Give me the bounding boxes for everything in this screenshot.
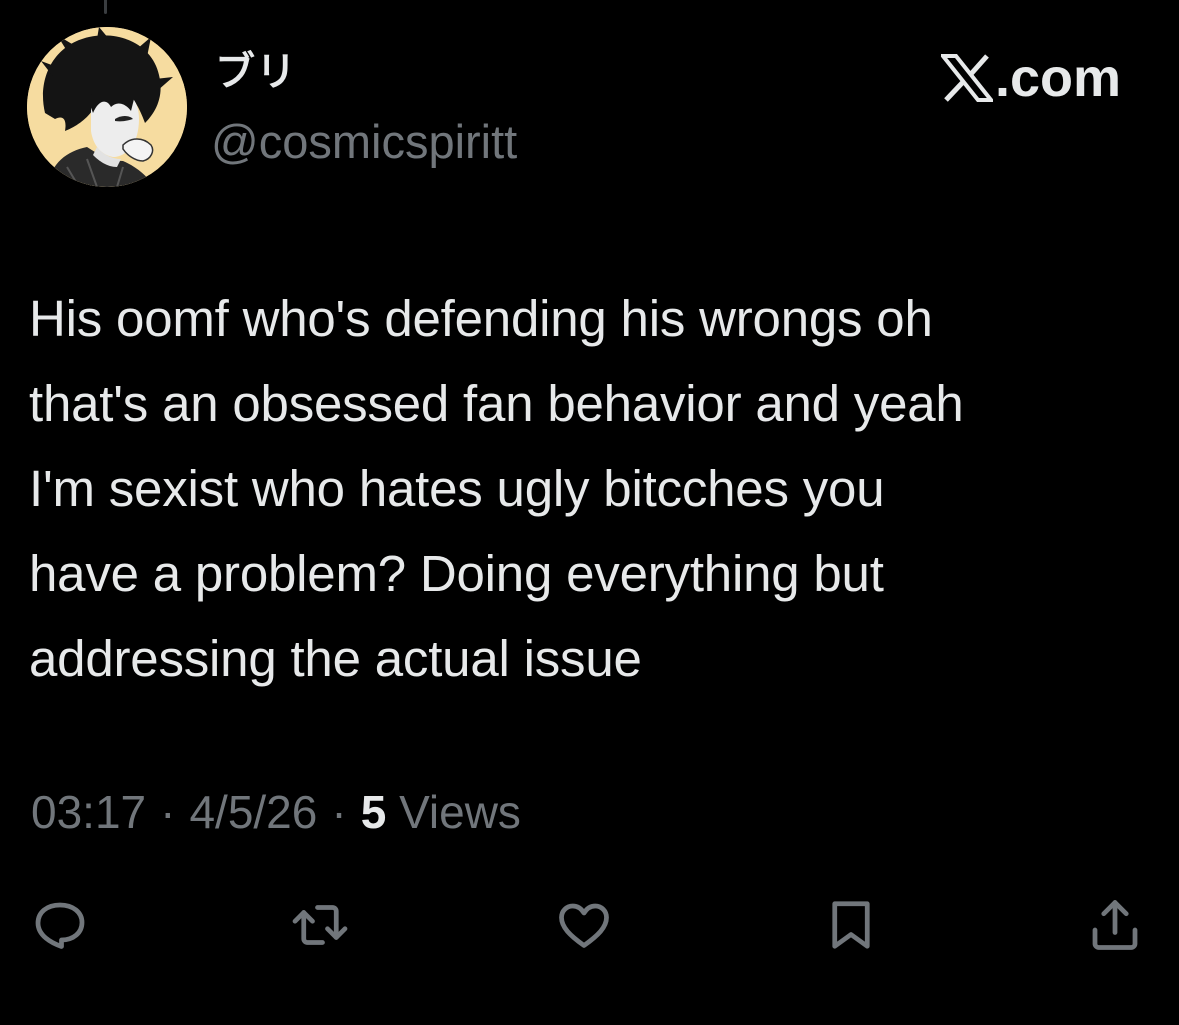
x-logo-icon — [940, 54, 993, 102]
avatar[interactable] — [27, 27, 187, 187]
meta-separator: · — [331, 786, 347, 838]
views-count: 5 — [360, 786, 387, 838]
tweet-text: His oomf who's defending his wrongs oh t… — [29, 290, 964, 687]
views-label: Views — [399, 786, 521, 838]
bookmark-button[interactable] — [816, 890, 886, 960]
retweet-icon — [292, 905, 348, 945]
share-button[interactable] — [1080, 890, 1150, 960]
brand-watermark: .com — [940, 48, 1121, 108]
like-button[interactable] — [549, 890, 619, 960]
reply-button[interactable] — [25, 890, 95, 960]
avatar-illustration — [27, 27, 187, 187]
brand-domain-text: .com — [994, 48, 1121, 108]
thread-connector-line — [104, 0, 107, 14]
bookmark-icon — [832, 901, 870, 949]
share-icon — [1092, 900, 1138, 950]
author-handle[interactable]: @cosmicspiritt — [211, 112, 517, 172]
meta-separator: · — [160, 786, 176, 838]
tweet-meta: 03:17 · 4/5/26 · 5 Views — [31, 782, 521, 842]
tweet-date[interactable]: 4/5/26 — [189, 786, 317, 838]
heart-icon — [559, 903, 609, 948]
reply-icon — [35, 902, 85, 949]
tweet-actions-bar — [0, 890, 1179, 960]
author-display-name[interactable]: ブリ — [215, 44, 297, 100]
retweet-button[interactable] — [285, 890, 355, 960]
tweet-time[interactable]: 03:17 — [31, 786, 146, 838]
